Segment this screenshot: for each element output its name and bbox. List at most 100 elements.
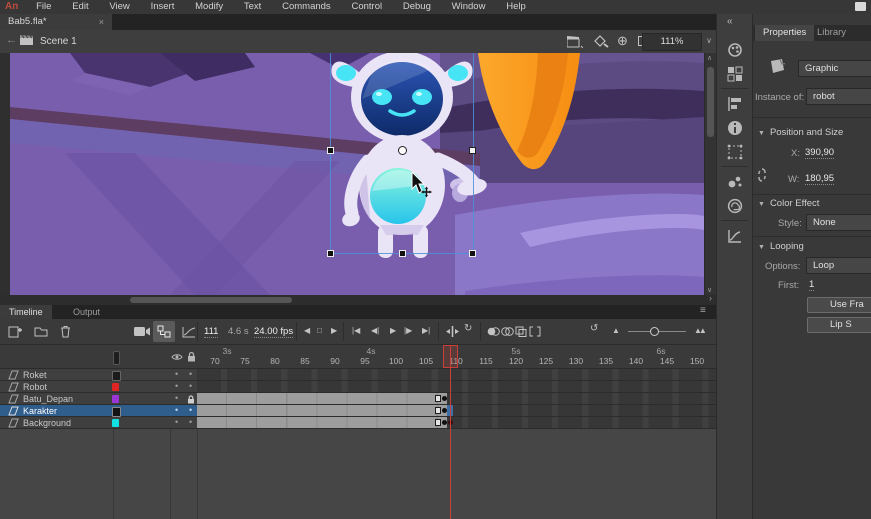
keyframe-dot[interactable] [442, 420, 447, 425]
tab-timeline[interactable]: Timeline [0, 305, 52, 319]
vertical-scroll-thumb[interactable] [707, 67, 714, 137]
menu-edit[interactable]: Edit [63, 0, 97, 12]
playhead-line[interactable] [450, 345, 451, 519]
layer-lock-dot[interactable]: • [189, 369, 192, 379]
x-value[interactable]: 390,90 [805, 147, 834, 159]
layer-name[interactable]: Background [23, 418, 71, 428]
section-collapse-icon[interactable]: ▼ [758, 130, 765, 137]
cc-libraries-panel-icon[interactable] [727, 198, 743, 214]
selection-handle-mid-right[interactable] [469, 147, 476, 154]
frame-span[interactable] [197, 405, 447, 416]
frames-row-roket[interactable] [197, 369, 716, 381]
menu-control[interactable]: Control [342, 0, 391, 12]
layer-visibility-dot[interactable]: • [175, 369, 178, 379]
back-arrow-icon[interactable]: ← [6, 34, 17, 46]
layer-color-swatch[interactable] [112, 383, 119, 391]
layer-visibility-dot[interactable]: • [175, 417, 178, 427]
selection-handle-bottom-left[interactable] [327, 250, 334, 257]
selection-handle-bottom-right[interactable] [469, 250, 476, 257]
collapse-panels-icon[interactable]: « [727, 16, 732, 27]
zoom-chevron-down-icon[interactable]: ∨ [706, 36, 712, 45]
tab-library[interactable]: Library [809, 25, 854, 41]
onion-skin-icon[interactable] [487, 327, 500, 336]
layer-depth-graph-icon[interactable] [182, 326, 196, 338]
menu-modify[interactable]: Modify [186, 0, 232, 12]
layer-parenting-icon[interactable] [157, 325, 171, 338]
eye-icon[interactable] [171, 353, 183, 361]
scroll-right-icon[interactable]: › [709, 293, 712, 303]
step-back-icon[interactable]: ◀ [304, 326, 310, 335]
layer-visibility-dot[interactable]: • [175, 405, 178, 415]
layer-name[interactable]: Robot [23, 382, 47, 392]
frame-span[interactable] [197, 417, 447, 428]
new-layer-icon[interactable] [8, 325, 22, 338]
menu-commands[interactable]: Commands [273, 0, 340, 12]
layer-color-swatch[interactable] [112, 407, 121, 417]
menu-help[interactable]: Help [497, 0, 535, 12]
menu-debug[interactable]: Debug [394, 0, 440, 12]
brush-library-panel-icon[interactable] [727, 174, 743, 190]
stage-canvas[interactable] [10, 53, 704, 295]
frames-row-robot[interactable] [197, 381, 716, 393]
next-frame-icon[interactable]: |▶ [404, 326, 412, 335]
transformation-point[interactable] [398, 146, 407, 155]
modify-markers-icon[interactable] [529, 326, 541, 337]
span-end-frame[interactable] [435, 419, 441, 426]
frames-row-karakter[interactable] [197, 405, 716, 417]
lock-icon[interactable] [187, 351, 196, 362]
w-value[interactable]: 180,95 [805, 173, 834, 185]
stage-zoom-select[interactable]: 111% [642, 33, 702, 51]
horizontal-scroll-thumb[interactable] [130, 297, 292, 303]
layer-row-roket[interactable]: Roket • • [0, 369, 197, 381]
delete-layer-icon[interactable] [60, 325, 71, 338]
timeline-zoom-out-icon[interactable]: ▲ [612, 326, 620, 335]
go-to-last-frame-icon[interactable]: ▶| [422, 326, 430, 335]
previous-frame-icon[interactable]: ◀| [371, 326, 379, 335]
close-icon[interactable]: × [99, 14, 104, 30]
timeline-panel-menu-icon[interactable]: ≡ [700, 305, 706, 316]
use-frame-picker-button[interactable]: Use Fra [807, 297, 871, 313]
span-end-frame[interactable] [435, 407, 441, 414]
section-collapse-icon[interactable]: ▼ [758, 201, 765, 208]
camera-icon[interactable] [134, 326, 150, 337]
layer-visibility-dot[interactable]: • [175, 393, 178, 403]
symbol-type-dropdown[interactable]: Graphic [798, 60, 871, 77]
loop-range-icon[interactable]: □ [317, 326, 322, 335]
layer-lock-dot[interactable]: • [189, 381, 192, 391]
scene-name[interactable]: Scene 1 [40, 36, 77, 47]
stage-horizontal-scrollbar[interactable]: › [0, 295, 716, 305]
timeline-zoom-in-icon[interactable]: ▲▲ [694, 326, 704, 335]
frames-row-batu-depan[interactable] [197, 393, 716, 405]
scroll-up-icon[interactable]: ∧ [707, 54, 712, 62]
layer-visibility-dot[interactable]: • [175, 381, 178, 391]
swatches-panel-icon[interactable] [727, 66, 743, 82]
menu-text[interactable]: Text [235, 0, 270, 12]
selection-handle-bottom-center[interactable] [399, 250, 406, 257]
keyframe-dot[interactable] [442, 396, 447, 401]
instance-name-field[interactable]: robot [806, 88, 871, 105]
span-end-frame[interactable] [435, 395, 441, 402]
tab-output[interactable]: Output [64, 305, 109, 319]
motion-graph-panel-icon[interactable] [727, 228, 743, 244]
layer-row-robot[interactable]: Robot • • [0, 381, 197, 393]
play-icon[interactable]: ▶ [390, 326, 396, 335]
edit-scene-icon[interactable] [567, 36, 583, 48]
loop-options-dropdown[interactable]: Loop [806, 257, 871, 274]
layer-name[interactable]: Roket [23, 370, 47, 380]
menu-file[interactable]: File [27, 0, 60, 12]
menu-view[interactable]: View [100, 0, 138, 12]
layer-row-karakter[interactable]: Karakter • • [0, 405, 197, 417]
section-looping[interactable]: ▼Looping [758, 241, 804, 252]
stage-vertical-scrollbar[interactable]: ∧ ∨ [704, 53, 716, 295]
onion-skin-outlines-icon[interactable] [501, 327, 514, 336]
section-color-effect[interactable]: ▼Color Effect [758, 198, 819, 209]
layer-locked-icon[interactable] [187, 395, 195, 404]
stage-viewport[interactable] [10, 53, 704, 295]
new-folder-icon[interactable] [34, 326, 48, 337]
link-width-height-icon[interactable] [756, 168, 768, 182]
layer-name[interactable]: Karakter [23, 406, 57, 416]
section-collapse-icon[interactable]: ▼ [758, 244, 765, 251]
timeline-zoom-slider-handle[interactable] [650, 327, 659, 336]
info-panel-icon[interactable] [727, 120, 743, 136]
layer-row-background[interactable]: Background • • [0, 417, 197, 429]
